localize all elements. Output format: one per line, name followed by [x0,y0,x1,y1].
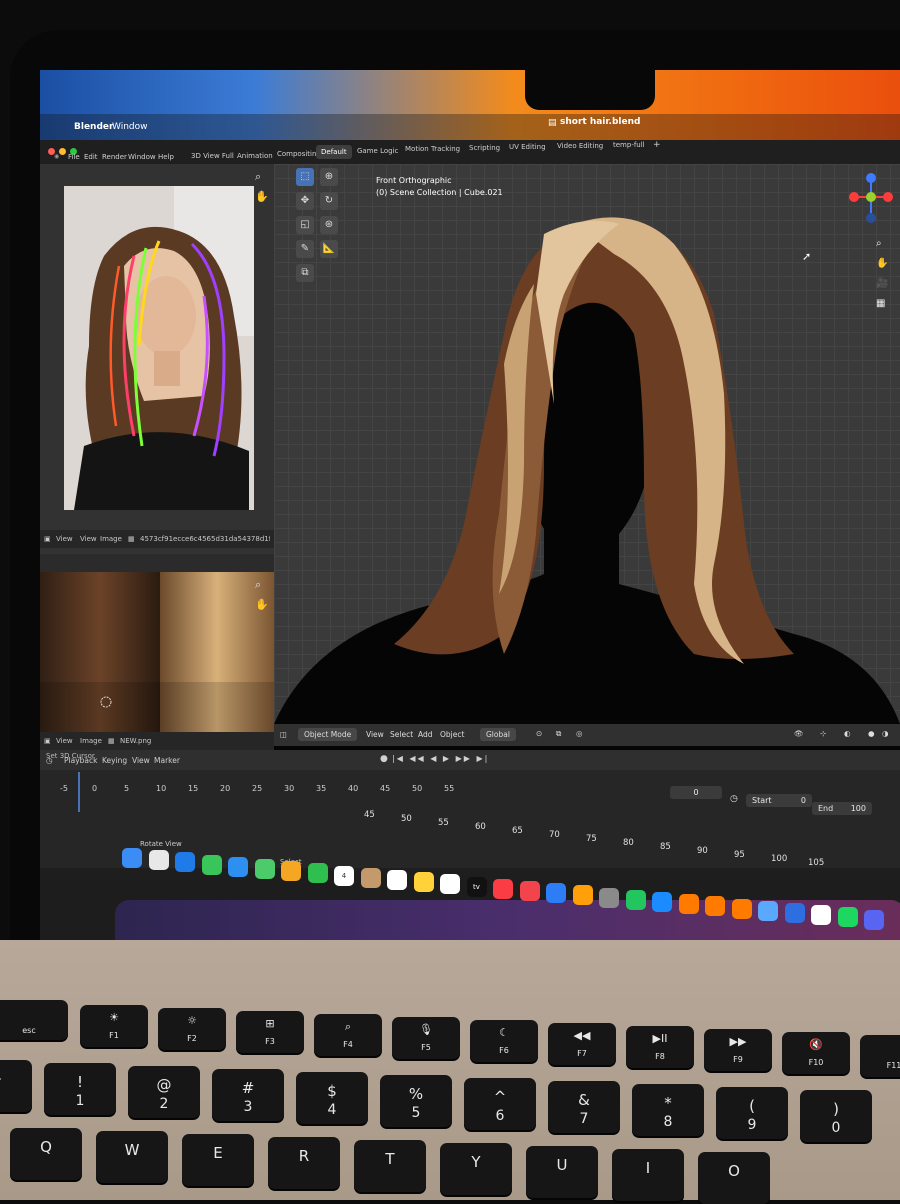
key-top-label: O [728,1162,740,1180]
key-r[interactable]: R [268,1137,340,1189]
key-2[interactable]: @2 [128,1066,200,1118]
key-top-label: % [408,1085,424,1103]
key-bottom-label: F5 [421,1043,431,1052]
key-top-label: I [645,1159,651,1177]
key-top-label: ▶▶ [729,1035,747,1048]
key-bottom-label: 7 [579,1111,589,1127]
key-top-label: * [664,1094,672,1112]
key-bottom-label: 0 [831,1120,841,1136]
key-bottom-label: F2 [187,1034,197,1043]
key-f8[interactable]: ▶II F8 [626,1026,694,1068]
key-bottom-label: F7 [577,1049,587,1058]
key-top-label: ~ [0,1070,32,1088]
key-top-label: ◀◀ [573,1029,591,1042]
key-bottom-label: F11 [886,1061,900,1070]
key-bottom-label: 3 [243,1099,253,1115]
key-q[interactable]: Q [10,1128,82,1180]
key-bottom-label: ` [0,1090,32,1106]
key-0[interactable]: ) 0 [800,1090,872,1142]
key-top-label: & [578,1091,590,1109]
key-f11[interactable]: F11 [860,1035,900,1077]
key-5[interactable]: % 5 [380,1075,452,1127]
key-bottom-label: esc [22,1026,36,1035]
key-top-label: ⌕ [344,1020,352,1033]
keyboard: esc ☀ F1 ☼ F2 ⊞ F3 ⌕ F4 🎙 F5 ☾ F6 ◀◀ F7 ▶II F8 ▶▶ F9 🔇 F10 F1… [0,0,900,1204]
key-bottom-label: 4 [327,1102,337,1118]
key-f3[interactable]: ⊞ F3 [236,1011,304,1053]
key-bottom-label: F8 [655,1052,665,1061]
key-top-label: ^ [493,1088,507,1106]
key-bottom-label: F1 [109,1031,119,1040]
key-top-label: @ [156,1076,172,1094]
key-top-label: T [385,1150,395,1168]
key-top-label: W [124,1141,140,1159]
key-top-label: R [298,1147,310,1165]
key-f1[interactable]: ☀ F1 [80,1005,148,1047]
key-bottom-label: 6 [495,1108,505,1124]
key-top-label: E [213,1144,223,1162]
key-top-label: Y [471,1153,481,1171]
key-top-label: ☀ [109,1011,119,1024]
key-y[interactable]: Y [440,1143,512,1195]
key-f7[interactable]: ◀◀ F7 [548,1023,616,1065]
key-top-label: ( [749,1097,755,1115]
key-bottom-label: 1 [75,1093,85,1109]
key-top-label: ⊞ [265,1017,275,1030]
key-3[interactable]: #3 [212,1069,284,1121]
key-i[interactable]: I [612,1149,684,1201]
key-top-label: Q [40,1138,52,1156]
key-top-label: 🔇 [809,1038,823,1051]
key-bottom-label: F9 [733,1055,743,1064]
key-top-label: ▶II [652,1032,668,1045]
key-`[interactable]: ~` [0,1060,32,1112]
key-bottom-label: F3 [265,1037,275,1046]
key-8[interactable]: * 8 [632,1084,704,1136]
key-bottom-label: 5 [411,1105,421,1121]
key-4[interactable]: $4 [296,1072,368,1124]
key-t[interactable]: T [354,1140,426,1192]
key-1[interactable]: ! 1 [44,1063,116,1115]
key-bottom-label: F6 [499,1046,509,1055]
key-f10[interactable]: 🔇 F10 [782,1032,850,1074]
key-esc[interactable]: esc [0,1000,68,1040]
key-top-label: $ [327,1082,337,1100]
key-top-label: U [556,1156,568,1174]
key-7[interactable]: & 7 [548,1081,620,1133]
key-bottom-label: F4 [343,1040,353,1049]
key-f2[interactable]: ☼ F2 [158,1008,226,1050]
key-top-label: # [241,1079,255,1097]
key-top-label: 🎙 [419,1023,433,1036]
key-f9[interactable]: ▶▶ F9 [704,1029,772,1071]
key-e[interactable]: E [182,1134,254,1186]
key-o[interactable]: O [698,1152,770,1204]
key-bottom-label: F10 [808,1058,824,1067]
key-top-label: ! [76,1073,83,1091]
key-6[interactable]: ^ 6 [464,1078,536,1130]
key-top-label: ☾ [499,1026,509,1039]
key-f6[interactable]: ☾ F6 [470,1020,538,1062]
key-f4[interactable]: ⌕ F4 [314,1014,382,1056]
key-top-label: ) [833,1100,839,1118]
key-bottom-label: 9 [747,1117,757,1133]
key-bottom-label: 2 [159,1096,169,1112]
key-u[interactable]: U [526,1146,598,1198]
key-bottom-label: 8 [663,1114,673,1130]
key-f5[interactable]: 🎙 F5 [392,1017,460,1059]
key-9[interactable]: (9 [716,1087,788,1139]
key-top-label: ☼ [187,1014,197,1027]
key-w[interactable]: W [96,1131,168,1183]
